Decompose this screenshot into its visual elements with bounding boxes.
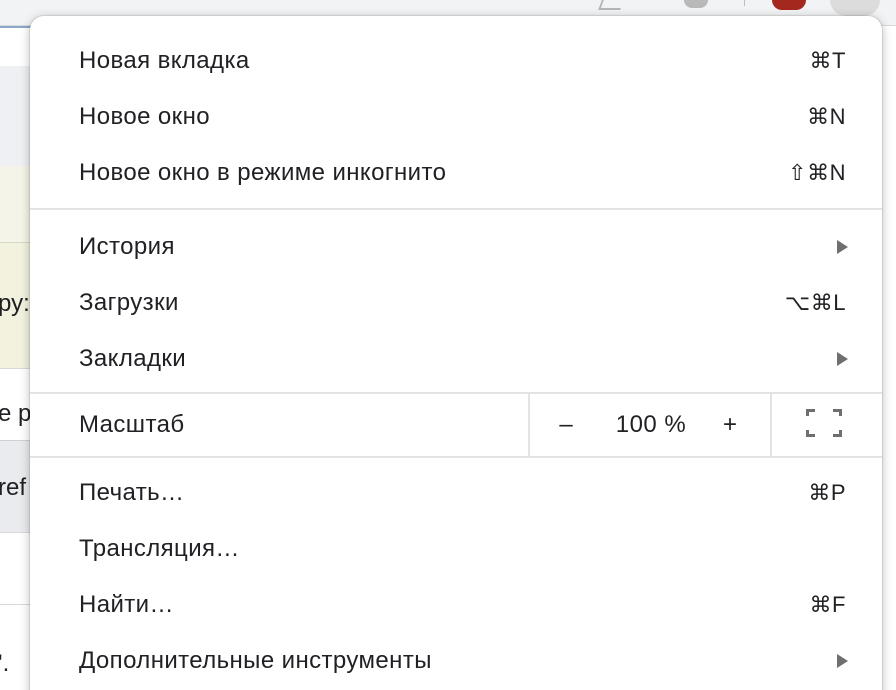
background-text: ref xyxy=(0,474,27,501)
menu-item-label: Дополнительные инструменты xyxy=(79,647,432,674)
browser-menu: Новая вкладка ⌘T Новое окно ⌘N Новое окн… xyxy=(30,16,882,690)
zoom-in-button[interactable]: + xyxy=(710,394,750,456)
menu-item-label: Новое окно xyxy=(79,103,210,130)
menu-item-label: Трансляция… xyxy=(79,535,240,562)
profile-avatar[interactable] xyxy=(772,0,806,10)
menu-item-incognito-window[interactable]: Новое окно в режиме инкогнито ⇧⌘N xyxy=(30,145,882,201)
menu-item-new-window[interactable]: Новое окно ⌘N xyxy=(30,89,882,145)
zoom-divider xyxy=(528,394,530,456)
menu-item-history[interactable]: История xyxy=(30,219,882,275)
extension-icon[interactable] xyxy=(684,0,708,8)
menu-item-shortcut: ⌥⌘L xyxy=(784,290,846,315)
menu-item-shortcut: ⌘F xyxy=(809,592,846,617)
menu-item-label: Закладки xyxy=(79,345,187,372)
bookmark-star-icon[interactable] xyxy=(598,0,624,10)
zoom-level: 100 % xyxy=(615,411,687,438)
menu-item-label: История xyxy=(79,233,175,260)
zoom-row: Масштаб – 100 % + xyxy=(30,394,882,456)
submenu-arrow-icon xyxy=(837,240,848,254)
background-text: '. xyxy=(0,650,10,677)
menu-item-cast[interactable]: Трансляция… xyxy=(30,521,882,577)
submenu-arrow-icon xyxy=(837,654,848,668)
menu-item-find[interactable]: Найти… ⌘F xyxy=(30,577,882,633)
menu-item-downloads[interactable]: Загрузки ⌥⌘L xyxy=(30,275,882,331)
zoom-out-button[interactable]: – xyxy=(546,394,586,456)
menu-item-shortcut: ⌘P xyxy=(808,480,846,505)
zoom-label: Масштаб xyxy=(79,411,185,438)
menu-item-label: Загрузки xyxy=(79,289,179,316)
menu-item-label: Найти… xyxy=(79,591,174,618)
screen: ру: e p ref '. Новая вкладка ⌘T Новое ок… xyxy=(0,0,896,690)
menu-item-label: Новое окно в режиме инкогнито xyxy=(79,159,447,186)
menu-separator xyxy=(30,456,882,458)
browser-menu-button[interactable] xyxy=(830,0,880,16)
menu-item-shortcut: ⇧⌘N xyxy=(788,160,846,185)
toolbar-divider xyxy=(744,0,745,6)
menu-item-new-tab[interactable]: Новая вкладка ⌘T xyxy=(30,33,882,89)
menu-item-bookmarks[interactable]: Закладки xyxy=(30,331,882,387)
submenu-arrow-icon xyxy=(837,352,848,366)
background-text: ру: xyxy=(0,290,30,317)
background-text: e p xyxy=(0,400,32,427)
zoom-divider xyxy=(770,394,772,456)
menu-item-shortcut: ⌘T xyxy=(809,48,846,73)
menu-separator xyxy=(30,208,882,210)
menu-item-label: Печать… xyxy=(79,479,185,506)
menu-item-label: Новая вкладка xyxy=(79,47,250,74)
menu-item-more-tools[interactable]: Дополнительные инструменты xyxy=(30,633,882,689)
fullscreen-icon[interactable] xyxy=(806,409,842,437)
menu-item-print[interactable]: Печать… ⌘P xyxy=(30,465,882,521)
menu-item-shortcut: ⌘N xyxy=(807,104,846,129)
